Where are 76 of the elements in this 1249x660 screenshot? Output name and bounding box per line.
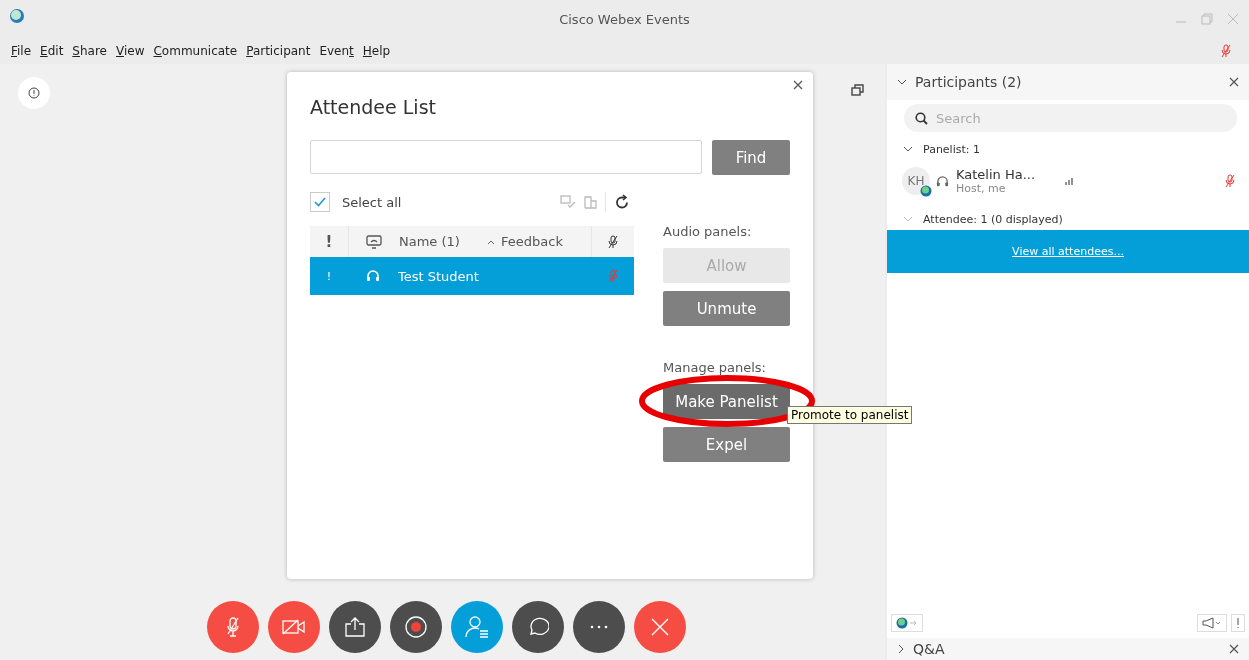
- chevron-down-icon[interactable]: [903, 146, 913, 152]
- column-header[interactable]: !: [325, 232, 333, 251]
- avatar: KH: [902, 167, 930, 195]
- participants-button[interactable]: [451, 601, 503, 653]
- app-logo-icon: [9, 8, 25, 24]
- megaphone-icon: [1202, 617, 1222, 629]
- menu-item[interactable]: Event: [319, 44, 354, 58]
- menu-item[interactable]: File: [11, 44, 32, 58]
- headset-icon: [936, 174, 949, 188]
- video-button[interactable]: [268, 601, 320, 653]
- record-icon: [404, 615, 428, 639]
- search-field[interactable]: Search: [904, 104, 1237, 132]
- more-button[interactable]: [573, 601, 625, 653]
- chat-icon: [527, 616, 549, 638]
- window-title: Cisco Webex Events: [559, 11, 690, 27]
- table-cell-text: Test Student: [398, 268, 480, 284]
- broadcast-button[interactable]: [1197, 614, 1227, 632]
- popout-icon[interactable]: [851, 84, 865, 96]
- panel-button[interactable]: Expel: [663, 427, 790, 462]
- table-cell-text: !: [325, 269, 333, 283]
- status-badge-icon: [920, 185, 932, 197]
- panel-title: Participants (2): [915, 74, 1022, 90]
- chat-button[interactable]: [512, 601, 564, 653]
- search-field[interactable]: [310, 140, 702, 174]
- member-role: Host, me: [956, 182, 1007, 195]
- end-button[interactable]: [634, 601, 686, 653]
- section-label: Audio panels:: [663, 224, 753, 239]
- menu-item[interactable]: Participant: [246, 44, 311, 58]
- video-off-icon: [282, 619, 306, 635]
- chevron-down-icon[interactable]: [897, 79, 907, 85]
- monitor-icon[interactable]: [366, 234, 382, 249]
- panel-button[interactable]: Unmute: [663, 291, 790, 326]
- tooltip: Promote to panelist: [787, 406, 913, 424]
- search-icon: [915, 112, 928, 125]
- column-header[interactable]: Name (1): [399, 234, 460, 249]
- record-button[interactable]: [390, 601, 442, 653]
- column-header[interactable]: Feedback: [487, 234, 563, 249]
- panel-title: Q&A: [913, 641, 945, 657]
- close-icon[interactable]: [1229, 77, 1239, 87]
- alert-button[interactable]: [1231, 614, 1245, 632]
- info-button[interactable]: [18, 77, 50, 109]
- menu-item[interactable]: View: [116, 44, 145, 58]
- close-icon: [651, 618, 669, 636]
- share-button[interactable]: [329, 601, 381, 653]
- person-list-icon: [465, 616, 489, 638]
- mic-muted-icon: [608, 269, 618, 283]
- find-button[interactable]: Find: [712, 140, 790, 175]
- group-label: Attendee: 1 (0 displayed): [923, 212, 1063, 226]
- mic-muted-icon[interactable]: [608, 234, 618, 249]
- menu-item[interactable]: Help: [362, 44, 391, 58]
- checkbox[interactable]: [310, 192, 330, 212]
- sort-caret-icon: [487, 238, 495, 245]
- chevron-right-icon[interactable]: [897, 644, 905, 654]
- dialog-title: Attendee List: [310, 96, 437, 118]
- more-icon: [590, 625, 608, 629]
- member-name: Katelin Ha...: [956, 167, 1036, 182]
- mute-button[interactable]: [207, 601, 259, 653]
- status-button[interactable]: [891, 614, 923, 632]
- menu-item[interactable]: Share: [72, 44, 107, 58]
- exclamation-icon: [1236, 617, 1240, 629]
- info-icon: [28, 87, 40, 99]
- mic-muted-icon: [226, 616, 240, 638]
- group-label: Panelist: 1: [923, 142, 980, 156]
- menu-item[interactable]: Communicate: [153, 44, 238, 58]
- refresh-icon[interactable]: [614, 194, 630, 210]
- globe-arrow-icon: [896, 617, 918, 629]
- share-icon: [344, 617, 366, 637]
- chat-check-icon[interactable]: [560, 195, 576, 209]
- menu-item[interactable]: Edit: [40, 44, 64, 58]
- section-label: Manage panels:: [663, 360, 767, 375]
- headset-icon: [366, 269, 380, 283]
- signal-icon: [1065, 176, 1076, 186]
- select-all-label: Select all: [342, 194, 402, 210]
- panel-button[interactable]: Make Panelist: [663, 384, 790, 419]
- close-icon[interactable]: [1229, 644, 1239, 654]
- close-icon[interactable]: [793, 80, 803, 90]
